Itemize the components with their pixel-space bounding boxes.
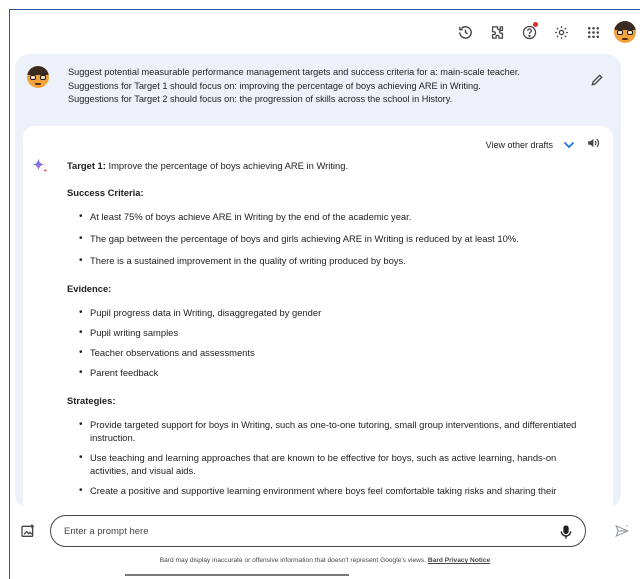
drafts-label: View other drafts — [485, 140, 553, 150]
list-item: There is a sustained improvement in the … — [67, 254, 595, 267]
list-item: The gap between the percentage of boys a… — [67, 232, 595, 245]
list-item: Pupil writing samples — [67, 326, 595, 339]
strategies-list: Provide targeted support for boys in Wri… — [67, 418, 595, 497]
list-item: Provide targeted support for boys in Wri… — [67, 418, 595, 444]
privacy-notice-link[interactable]: Bard Privacy Notice — [428, 557, 490, 564]
section-heading: Success Criteria: — [67, 187, 144, 198]
prompt-line: Suggestions for Target 2 should focus on… — [68, 94, 453, 104]
edit-pencil-icon[interactable] — [589, 72, 605, 88]
read-aloud-button[interactable] — [587, 136, 601, 154]
notification-dot — [533, 22, 538, 27]
response-body: Target 1: Improve the percentage of boys… — [67, 159, 595, 508]
target-label: Target 1: — [67, 160, 106, 171]
account-avatar-button[interactable] — [610, 17, 640, 47]
response-header: View other drafts — [486, 136, 601, 154]
target-text: Improve the percentage of boys achieving… — [105, 160, 349, 171]
chevron-down-icon — [563, 141, 575, 149]
avatar — [614, 21, 636, 43]
prompt-composer — [20, 515, 630, 547]
list-item: Create a positive and supportive learnin… — [67, 484, 595, 497]
list-item: Parent feedback — [67, 366, 595, 379]
list-item: Pupil progress data in Writing, disaggre… — [67, 306, 595, 319]
disclaimer: Bard may display inaccurate or offensive… — [10, 557, 640, 564]
top-toolbar — [10, 10, 640, 54]
prompt-input-container — [50, 515, 586, 547]
speaker-icon — [588, 138, 600, 148]
extensions-icon[interactable] — [482, 17, 512, 47]
target-line: Target 1: Improve the percentage of boys… — [67, 159, 595, 172]
help-icon[interactable] — [514, 17, 544, 47]
list-item: Use teaching and learning approaches tha… — [67, 451, 595, 477]
prompt-line: Suggest potential measurable performance… — [68, 67, 520, 77]
user-avatar — [27, 66, 49, 88]
apps-grid-icon[interactable] — [578, 17, 608, 47]
response-card: View other drafts Target 1: Improve the … — [23, 126, 613, 508]
send-icon[interactable] — [614, 524, 630, 538]
list-item: At least 75% of boys achieve ARE in Writ… — [67, 210, 595, 223]
prompt-line: Suggestions for Target 1 should focus on… — [68, 80, 481, 91]
scrollbar-track — [125, 574, 349, 576]
conversation-panel: Suggest potential measurable performance… — [15, 54, 621, 508]
app-window: Suggest potential measurable performance… — [9, 9, 640, 579]
view-other-drafts-button[interactable]: View other drafts — [486, 140, 575, 150]
success-criteria-list: At least 75% of boys achieve ARE in Writ… — [67, 210, 595, 267]
section-heading: Evidence: — [67, 283, 112, 294]
section-heading: Strategies: — [67, 395, 116, 406]
list-item: Teacher observations and assessments — [67, 346, 595, 359]
evidence-list: Pupil progress data in Writing, disaggre… — [67, 306, 595, 379]
user-prompt: Suggest potential measurable performance… — [27, 66, 609, 107]
microphone-icon[interactable] — [559, 524, 573, 540]
disclaimer-text: Bard may display inaccurate or offensive… — [159, 557, 428, 564]
bard-sparkle-icon — [32, 158, 48, 173]
settings-icon[interactable] — [546, 17, 576, 47]
add-image-icon[interactable] — [20, 523, 36, 539]
prompt-input[interactable] — [64, 525, 534, 537]
history-icon[interactable] — [450, 17, 480, 47]
prompt-text: Suggest potential measurable performance… — [68, 66, 573, 107]
